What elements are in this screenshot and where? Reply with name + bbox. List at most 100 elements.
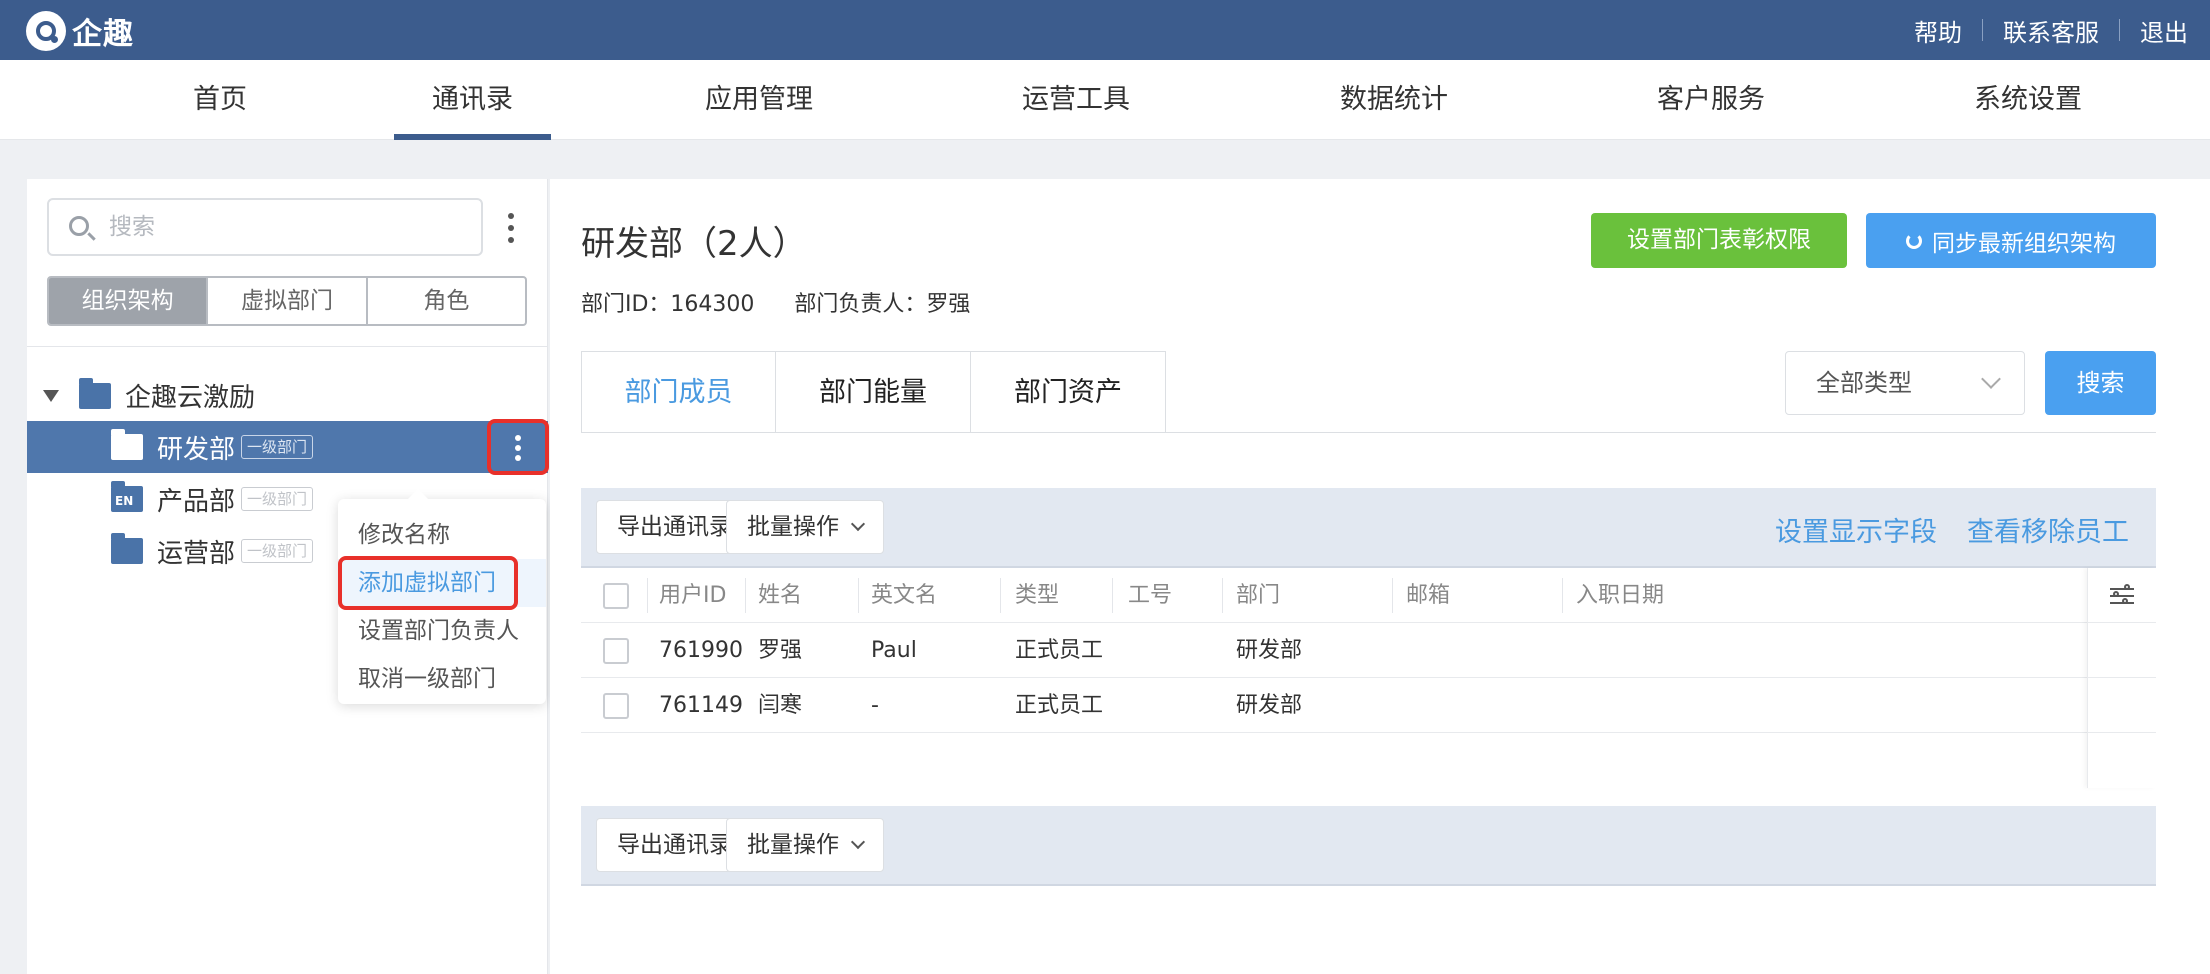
dept-id: 部门ID：164300 xyxy=(581,292,755,317)
cell-name: 罗强 xyxy=(758,638,803,663)
nav-contacts[interactable]: 通讯录 xyxy=(394,60,551,140)
cell-department: 研发部 xyxy=(1236,638,1303,663)
table-header: 用户ID 姓名 英文名 类型 工号 部门 邮箱 入职日期 xyxy=(581,568,2156,623)
divider xyxy=(2119,19,2120,41)
tree-root-label: 企趣云激励 xyxy=(125,383,256,413)
col-english-name[interactable]: 英文名 xyxy=(871,568,937,623)
cell-user-id: 761990 xyxy=(659,638,743,663)
cell-type: 正式员工 xyxy=(1015,693,1104,718)
sync-org-button[interactable]: 同步最新组织架构 xyxy=(1866,213,2156,268)
table-row[interactable]: 761990 罗强 Paul 正式员工 研发部 xyxy=(581,623,2156,678)
context-menu: 修改名称 添加虚拟部门 设置部门负责人 取消一级部门 xyxy=(338,489,546,704)
menu-rename[interactable]: 修改名称 xyxy=(338,511,546,559)
cell-department: 研发部 xyxy=(1236,693,1303,718)
column-settings xyxy=(2087,568,2156,788)
batch-actions-button[interactable]: 批量操作 xyxy=(726,818,884,872)
type-select[interactable]: 全部类型 xyxy=(1785,351,2025,415)
batch-actions-label: 批量操作 xyxy=(747,514,839,540)
col-email[interactable]: 邮箱 xyxy=(1406,568,1450,623)
nav-customer-service[interactable]: 客户服务 xyxy=(1657,60,1765,140)
menu-cancel-top-level[interactable]: 取消一级部门 xyxy=(338,655,546,703)
cell-english-name: Paul xyxy=(871,638,917,663)
nav-statistics[interactable]: 数据统计 xyxy=(1340,60,1448,140)
folder-icon xyxy=(111,533,143,564)
segment-virtual-dept[interactable]: 虚拟部门 xyxy=(206,278,365,324)
menu-add-virtual-dept[interactable]: 添加虚拟部门 xyxy=(338,556,546,610)
logo-icon xyxy=(26,11,66,51)
folder-icon xyxy=(111,429,143,460)
divider xyxy=(1112,578,1113,613)
row-menu-button[interactable] xyxy=(487,419,549,475)
dept-meta: 部门ID：164300 部门负责人：罗强 xyxy=(581,286,970,318)
search-button[interactable]: 搜索 xyxy=(2045,351,2156,415)
divider xyxy=(1562,578,1563,613)
menu-set-manager[interactable]: 设置部门负责人 xyxy=(338,607,546,655)
col-name[interactable]: 姓名 xyxy=(758,568,802,623)
tab-members[interactable]: 部门成员 xyxy=(581,351,776,433)
dept-manager: 部门负责人：罗强 xyxy=(794,292,971,317)
logo-text: 企趣 xyxy=(72,17,134,52)
tab-bar: 部门成员 部门能量 部门资产 xyxy=(581,351,1166,433)
cell-user-id: 761149 xyxy=(659,693,743,718)
level-badge: 一级部门 xyxy=(241,539,314,563)
help-link[interactable]: 帮助 xyxy=(1914,13,1962,48)
col-join-date[interactable]: 入职日期 xyxy=(1576,568,1664,623)
divider xyxy=(1982,19,1983,41)
sync-label: 同步最新组织架构 xyxy=(1932,230,2116,257)
highlight-ring xyxy=(338,556,518,610)
col-employee-no[interactable]: 工号 xyxy=(1128,568,1172,623)
caret-down-icon[interactable] xyxy=(43,389,59,402)
nav-operation-tools[interactable]: 运营工具 xyxy=(1022,60,1130,140)
tree-item-label: 运营部 xyxy=(157,538,236,569)
table-row[interactable]: 761149 闫寒 - 正式员工 研发部 xyxy=(581,678,2156,733)
logo[interactable]: 企趣 xyxy=(26,9,134,53)
search-icon xyxy=(69,216,89,236)
level-badge: 一级部门 xyxy=(241,435,314,459)
column-settings-icon[interactable] xyxy=(2110,584,2134,606)
divider xyxy=(647,578,648,613)
batch-actions-label: 批量操作 xyxy=(747,832,839,858)
divider xyxy=(745,578,746,613)
cell-type: 正式员工 xyxy=(1015,638,1104,663)
batch-actions-button[interactable]: 批量操作 xyxy=(726,500,884,554)
tab-assets[interactable]: 部门资产 xyxy=(971,351,1166,433)
col-user-id[interactable]: 用户ID xyxy=(659,568,726,623)
set-reward-permission-button[interactable]: 设置部门表彰权限 xyxy=(1591,213,1847,268)
top-links: 帮助 联系客服 退出 xyxy=(1914,0,2188,60)
table-toolbar-top: 导出通讯录 批量操作 设置显示字段 查看移除员工 xyxy=(581,488,2156,568)
row-checkbox[interactable] xyxy=(603,638,629,664)
tab-energy[interactable]: 部门能量 xyxy=(776,351,971,433)
search-input[interactable] xyxy=(109,210,469,244)
nav-app-management[interactable]: 应用管理 xyxy=(705,60,813,140)
contact-support-link[interactable]: 联系客服 xyxy=(2003,13,2099,48)
table-toolbar-bottom: 导出通讯录 批量操作 xyxy=(581,806,2156,886)
divider xyxy=(1000,578,1001,613)
view-removed-link[interactable]: 查看移除员工 xyxy=(1967,510,2129,549)
tree-item-label: 产品部 xyxy=(157,486,236,517)
top-bar: 企趣 帮助 联系客服 退出 xyxy=(0,0,2210,60)
divider xyxy=(1222,578,1223,613)
logout-link[interactable]: 退出 xyxy=(2140,13,2188,48)
more-options-icon xyxy=(514,435,522,461)
tree-item-rd[interactable]: 研发部 一级部门 xyxy=(27,419,549,475)
divider xyxy=(858,578,859,613)
segment-org-structure[interactable]: 组织架构 xyxy=(49,278,207,324)
segment-roles[interactable]: 角色 xyxy=(365,278,525,324)
divider xyxy=(27,346,548,347)
nav-home[interactable]: 首页 xyxy=(193,60,247,140)
nav-system-settings[interactable]: 系统设置 xyxy=(1974,60,2082,140)
sidebar-search xyxy=(47,198,483,256)
page-title: 研发部（2人） xyxy=(581,224,807,264)
chevron-down-icon xyxy=(850,516,866,532)
level-badge: 一级部门 xyxy=(241,487,314,511)
col-department[interactable]: 部门 xyxy=(1236,568,1280,623)
main-panel: 研发部（2人） 部门ID：164300 部门负责人：罗强 设置部门表彰权限 同步… xyxy=(550,179,2210,974)
select-all-checkbox[interactable] xyxy=(603,583,629,609)
col-type[interactable]: 类型 xyxy=(1015,568,1059,623)
more-options-icon[interactable] xyxy=(507,213,515,243)
divider xyxy=(1392,578,1393,613)
row-checkbox[interactable] xyxy=(603,693,629,719)
set-display-fields-link[interactable]: 设置显示字段 xyxy=(1775,510,1937,549)
folder-en-icon: EN xyxy=(111,481,143,512)
tree-root[interactable]: 企趣云激励 xyxy=(43,377,255,414)
